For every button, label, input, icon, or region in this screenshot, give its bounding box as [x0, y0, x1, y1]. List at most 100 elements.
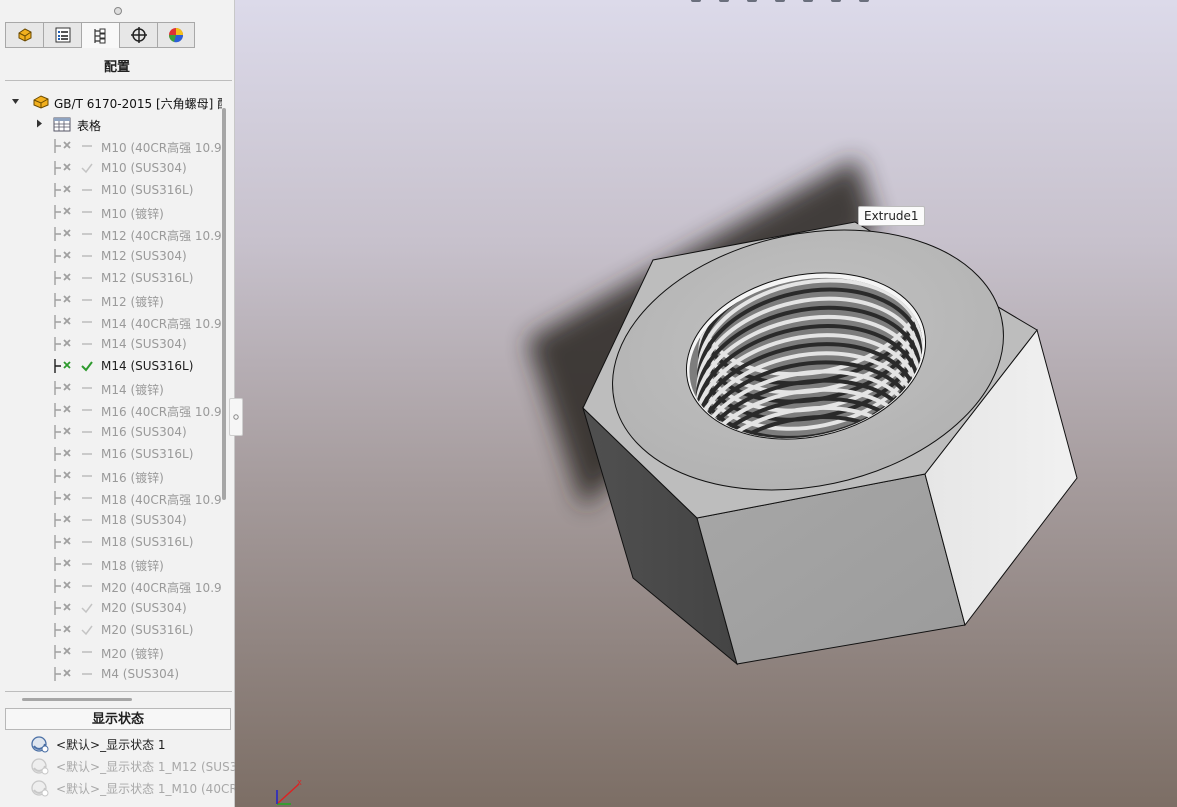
config-item[interactable]: M14 (镀锌)	[0, 377, 222, 399]
tree-item-tables[interactable]: 表格	[0, 113, 222, 135]
tab-property-manager[interactable]	[43, 22, 81, 48]
property-manager-icon	[55, 27, 70, 43]
config-item[interactable]: M12 (SUS304)	[0, 245, 222, 267]
config-item[interactable]: M20 (镀锌)	[0, 641, 222, 663]
configuration-icon	[54, 337, 71, 351]
config-label: M10 (镀锌)	[101, 207, 164, 221]
configuration-icon	[54, 249, 71, 263]
config-item[interactable]: M20 (SUS304)	[0, 597, 222, 619]
config-item[interactable]: M4 (SUS304)	[0, 663, 222, 685]
config-label: M12 (镀锌)	[101, 295, 164, 309]
configuration-manager-icon	[93, 28, 105, 43]
config-item[interactable]: M12 (SUS316L)	[0, 267, 222, 289]
expand-arrow-icon[interactable]	[11, 98, 20, 106]
config-item[interactable]: M12 (40CR高强 10.9)	[0, 223, 222, 245]
hex-nut-model[interactable]	[235, 0, 1177, 807]
config-item[interactable]: M20 (40CR高强 10.9)	[0, 575, 222, 597]
manager-tabs	[5, 22, 233, 48]
config-label: M14 (40CR高强 10.9)	[101, 317, 222, 331]
config-label: M12 (SUS304)	[101, 249, 187, 263]
config-item[interactable]: M14 (SUS316L)	[0, 355, 222, 377]
config-item[interactable]: M14 (40CR高强 10.9)	[0, 311, 222, 333]
check-icon	[81, 603, 93, 614]
config-item[interactable]: M18 (SUS316L)	[0, 531, 222, 553]
config-label: M20 (SUS316L)	[101, 623, 194, 637]
config-item[interactable]: M16 (镀锌)	[0, 465, 222, 487]
tree-root[interactable]: GB/T 6170-2015 [六角螺母] 配	[0, 91, 222, 113]
config-item[interactable]: M10 (镀锌)	[0, 201, 222, 223]
svg-text:X: X	[297, 779, 302, 787]
dash-icon	[82, 585, 92, 587]
display-state-icon	[31, 758, 49, 775]
configuration-icon	[54, 601, 71, 615]
config-item[interactable]: M16 (SUS304)	[0, 421, 222, 443]
dash-icon	[82, 651, 92, 653]
panel-grip-handle[interactable]	[114, 7, 122, 15]
active-check-icon	[81, 361, 93, 372]
feature-tooltip: Extrude1	[858, 206, 925, 226]
configuration-icon	[54, 557, 71, 571]
display-state-item[interactable]: <默认>_显示状态 1_M12 (SUS304)	[30, 756, 257, 776]
config-item[interactable]: M10 (40CR高强 10.9)	[0, 135, 222, 157]
configuration-icon	[54, 359, 71, 373]
configuration-icon	[54, 227, 71, 241]
table-folder-icon	[53, 117, 71, 132]
config-label: M18 (40CR高强 10.9)	[101, 493, 222, 507]
configuration-icon	[54, 271, 71, 285]
configuration-icon	[54, 315, 71, 329]
config-label: M14 (镀锌)	[101, 383, 164, 397]
display-state-label: <默认>_显示状态 1	[56, 737, 166, 752]
dash-icon	[82, 563, 92, 565]
feature-manager-icon	[18, 28, 31, 42]
config-label: M4 (SUS304)	[101, 667, 180, 681]
config-label: M20 (40CR高强 10.9)	[101, 581, 222, 595]
config-item[interactable]: M18 (镀锌)	[0, 553, 222, 575]
config-item[interactable]: M10 (SUS304)	[0, 157, 222, 179]
configuration-icon	[54, 425, 71, 439]
configuration-icon	[54, 667, 71, 681]
display-state-icon	[31, 780, 49, 797]
config-label: M10 (SUS304)	[101, 161, 187, 175]
configuration-icon	[54, 183, 71, 197]
config-item[interactable]: M20 (SUS316L)	[0, 619, 222, 641]
configuration-icon	[54, 579, 71, 593]
tab-feature-manager[interactable]	[5, 22, 43, 48]
dash-icon	[82, 189, 92, 191]
dash-icon	[82, 519, 92, 521]
dash-icon	[82, 497, 92, 499]
config-item[interactable]: M14 (SUS304)	[0, 333, 222, 355]
expand-right-arrow-icon[interactable]	[36, 119, 44, 128]
config-label: M16 (镀锌)	[101, 471, 164, 485]
dash-icon	[82, 255, 92, 257]
config-item[interactable]: M10 (SUS316L)	[0, 179, 222, 201]
configuration-tree: GB/T 6170-2015 [六角螺母] 配 表格 M10 (40CR高强 1…	[0, 91, 222, 691]
display-state-item[interactable]: <默认>_显示状态 1	[30, 734, 166, 754]
config-label: M20 (镀锌)	[101, 647, 164, 661]
graphics-viewport[interactable]: Extrude1 X	[235, 0, 1177, 807]
check-icon	[81, 163, 93, 174]
tables-label: 表格	[77, 119, 102, 133]
tab-dimxpert-manager[interactable]	[119, 22, 157, 48]
config-label: M10 (40CR高强 10.9)	[101, 141, 222, 155]
tree-vertical-scrollbar[interactable]	[222, 108, 226, 500]
config-label: M16 (SUS304)	[101, 425, 187, 439]
config-label: M16 (40CR高强 10.9)	[101, 405, 222, 419]
tab-display-manager[interactable]	[157, 22, 195, 48]
config-label: M12 (40CR高强 10.9)	[101, 229, 222, 243]
configuration-icon	[54, 645, 71, 659]
config-item[interactable]: M18 (SUS304)	[0, 509, 222, 531]
config-item[interactable]: M16 (SUS316L)	[0, 443, 222, 465]
config-item[interactable]: M16 (40CR高强 10.9)	[0, 399, 222, 421]
dash-icon	[82, 453, 92, 455]
tab-configuration-manager[interactable]	[81, 22, 119, 48]
config-label: M14 (SUS304)	[101, 337, 187, 351]
panel-collapse-handle[interactable]	[229, 398, 243, 436]
dash-icon	[82, 211, 92, 213]
config-label: M12 (SUS316L)	[101, 271, 194, 285]
config-item[interactable]: M12 (镀锌)	[0, 289, 222, 311]
dash-icon	[82, 299, 92, 301]
configuration-icon	[54, 447, 71, 461]
config-label: M20 (SUS304)	[101, 601, 187, 615]
config-item[interactable]: M18 (40CR高强 10.9)	[0, 487, 222, 509]
tree-horizontal-scrollbar[interactable]	[22, 698, 132, 701]
